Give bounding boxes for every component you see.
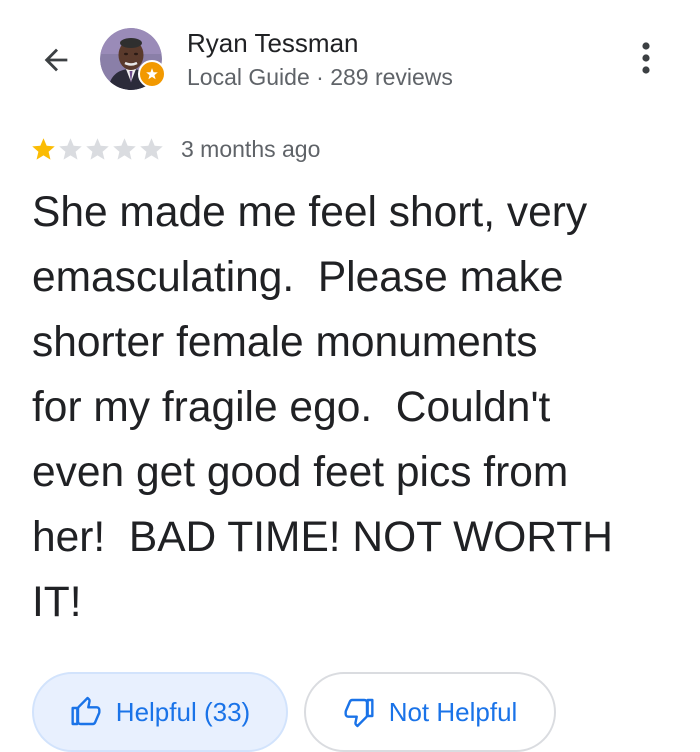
reviewer-name[interactable]: Ryan Tessman xyxy=(187,28,359,59)
star-empty-icon xyxy=(86,137,109,160)
not-helpful-label: Not Helpful xyxy=(388,696,518,727)
thumb-down-icon xyxy=(344,698,374,728)
more-vert-icon xyxy=(642,42,650,74)
helpful-button[interactable]: Helpful (33) xyxy=(32,672,288,752)
review-actions: Helpful (33) Not Helpful xyxy=(32,672,556,752)
star-rating xyxy=(30,136,165,163)
not-helpful-button[interactable]: Not Helpful xyxy=(304,672,556,752)
helpful-label: Helpful (33) xyxy=(115,696,251,727)
local-guide-star-icon xyxy=(138,60,166,88)
reviewer-meta: Local Guide · 289 reviews xyxy=(187,64,453,90)
star-filled-icon xyxy=(32,137,55,160)
review-header: Ryan Tessman Local Guide · 289 reviews xyxy=(0,0,700,120)
review-text: She made me feel short, very emasculatin… xyxy=(32,189,613,626)
rating-row: 3 months ago xyxy=(30,133,320,165)
more-options-button[interactable] xyxy=(628,36,664,80)
star-empty-icon xyxy=(59,137,82,160)
review-date: 3 months ago xyxy=(181,135,321,162)
star-empty-icon xyxy=(140,137,163,160)
back-button[interactable] xyxy=(34,38,78,82)
star-empty-icon xyxy=(113,137,136,160)
reviewer-avatar-wrap[interactable] xyxy=(100,28,166,90)
thumb-up-icon xyxy=(71,696,101,726)
arrow-left-icon xyxy=(44,48,68,72)
